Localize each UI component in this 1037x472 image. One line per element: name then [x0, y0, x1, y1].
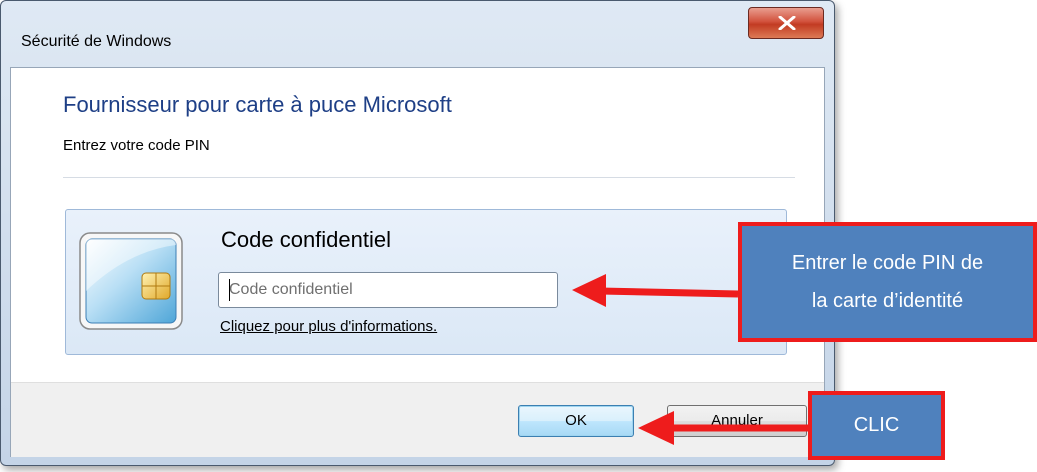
close-x-icon — [778, 16, 796, 30]
pin-input[interactable] — [218, 272, 558, 308]
close-button[interactable] — [748, 7, 824, 39]
smart-card-icon — [79, 232, 183, 330]
more-info-link[interactable]: Cliquez pour plus d'informations. — [220, 318, 437, 335]
pin-callout-line2: la carte d’identité — [811, 290, 964, 312]
window-title: Sécurité de Windows — [21, 33, 172, 50]
provider-title: Fournisseur pour carte à puce Microsoft — [63, 92, 452, 117]
tile-heading: Code confidentiel — [221, 227, 392, 252]
dialog-body: Fournisseur pour carte à puce Microsoft … — [10, 67, 825, 457]
pin-callout-line1: Entrer le code PIN de — [791, 252, 984, 274]
credential-tile[interactable]: Code confidentiel Cliquez pour plus d'in… — [65, 209, 787, 355]
cancel-button[interactable]: Annuler — [667, 405, 807, 437]
screenshot-stage: Sécurité de Windows Fournisseur pour car… — [0, 0, 1037, 472]
ok-button[interactable]: OK — [518, 405, 634, 437]
button-bar: OK Annuler — [11, 382, 824, 457]
clic-callout: CLIC — [808, 391, 945, 460]
pin-instruction-callout: Entrer le code PIN de la carte d’identit… — [738, 222, 1037, 342]
divider — [63, 177, 795, 178]
provider-subtitle: Entrez votre code PIN — [63, 137, 210, 154]
text-cursor — [229, 279, 230, 301]
windows-security-dialog: Sécurité de Windows Fournisseur pour car… — [0, 0, 835, 466]
